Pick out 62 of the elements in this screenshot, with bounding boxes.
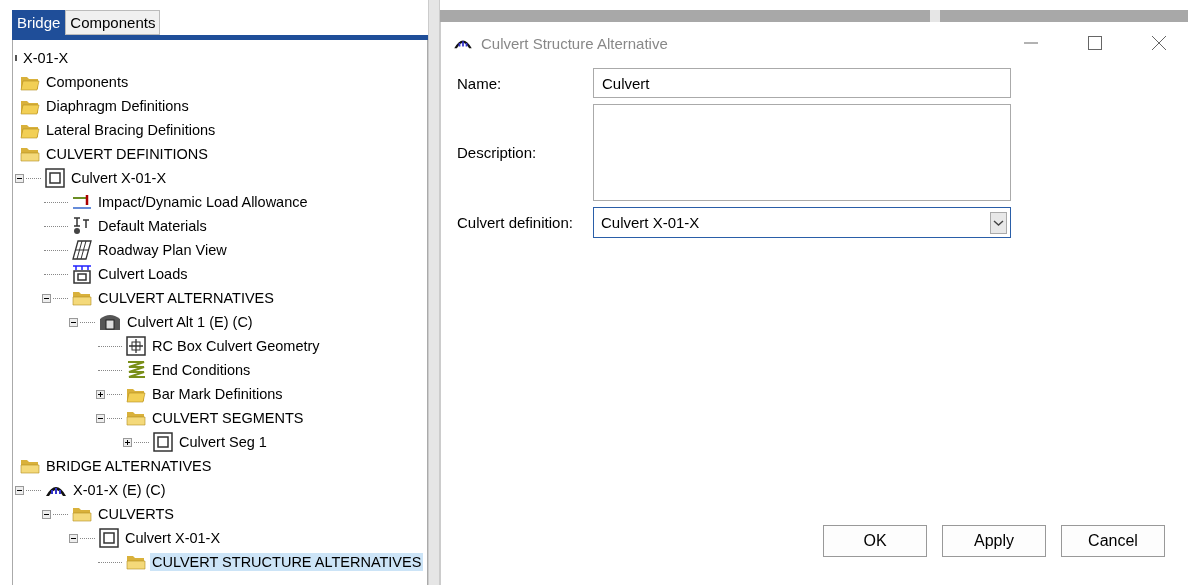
tree-item[interactable]: CULVERT ALTERNATIVES — [96, 289, 276, 307]
tree-item[interactable]: BRIDGE ALTERNATIVES — [44, 457, 214, 475]
tree-item[interactable]: Culvert Alt 1 (E) (C) — [125, 313, 255, 331]
expander-toggle[interactable] — [69, 533, 78, 543]
expander-toggle[interactable] — [123, 437, 132, 447]
tree-item[interactable]: Roadway Plan View — [96, 241, 229, 259]
tree-item[interactable]: CULVERT SEGMENTS — [150, 409, 306, 427]
description-label: Description: — [457, 144, 538, 161]
tree-item[interactable]: CULVERT STRUCTURE ALTERNATIVES — [150, 553, 424, 571]
folder-icon — [72, 505, 92, 523]
square-icon — [45, 168, 65, 188]
folder-icon — [126, 409, 146, 427]
tree-item[interactable]: RC Box Culvert Geometry — [150, 337, 322, 355]
dialog-button[interactable]: OK — [823, 525, 927, 557]
expander-toggle[interactable] — [15, 173, 24, 183]
geometry-icon — [126, 336, 146, 356]
tree-item[interactable]: X-01-X (E) (C) — [71, 481, 168, 499]
dialog-button[interactable]: Cancel — [1061, 525, 1165, 557]
folder-icon — [126, 553, 146, 571]
tab[interactable]: Components — [65, 10, 161, 35]
tree-item[interactable]: Components — [44, 73, 131, 91]
plan-icon — [72, 240, 92, 260]
materials-icon — [72, 216, 92, 236]
name-label: Name: — [457, 74, 503, 92]
expander-toggle[interactable] — [69, 317, 78, 327]
tree-item[interactable]: Culvert X-01-X — [123, 529, 223, 547]
folder-icon — [20, 145, 40, 163]
tree-item[interactable]: Culvert Seg 1 — [177, 433, 269, 451]
expander-toggle[interactable] — [42, 293, 51, 303]
loads-icon — [72, 264, 92, 284]
expander-toggle[interactable] — [96, 413, 105, 423]
window-title: Culvert Structure Alternative — [481, 34, 668, 52]
tree-item[interactable]: CULVERT DEFINITIONS — [44, 145, 210, 163]
tree-item[interactable]: Bar Mark Definitions — [150, 385, 285, 403]
close-icon[interactable] — [1152, 36, 1166, 50]
name-field[interactable]: Culvert — [593, 68, 1011, 98]
maximize-icon[interactable] — [1088, 36, 1102, 50]
description-field[interactable] — [593, 104, 1011, 201]
square-icon — [99, 528, 119, 548]
tree-item[interactable]: Culvert X-01-X — [69, 169, 169, 187]
tree-item[interactable]: Impact/Dynamic Load Allowance — [96, 193, 310, 211]
square-icon — [153, 432, 173, 452]
tree-item[interactable]: Lateral Bracing Definitions — [44, 121, 218, 139]
expander-toggle[interactable] — [15, 485, 24, 495]
spring-icon — [126, 360, 146, 380]
caret-icon — [990, 211, 1007, 234]
expander-toggle[interactable] — [96, 389, 105, 399]
tab[interactable]: Bridge — [12, 10, 66, 35]
tree-item[interactable]: CULVERTS — [96, 505, 176, 523]
culvert-icon — [99, 313, 121, 331]
tree-item[interactable]: End Conditions — [150, 361, 253, 379]
folder-icon — [72, 289, 92, 307]
tree-item[interactable]: Default Materials — [96, 217, 209, 235]
dialog-button[interactable]: Apply — [942, 525, 1046, 557]
tree-item[interactable]: X-01-X — [21, 49, 71, 67]
tree-item[interactable]: Culvert Loads — [96, 265, 190, 283]
folder-icon — [20, 457, 40, 475]
load-icon — [72, 192, 92, 212]
culvert-definition-label: Culvert definition: — [457, 214, 574, 231]
culvert-definition-dropdown[interactable]: Culvert X-01-X — [593, 207, 1011, 238]
tree-item[interactable]: Diaphragm Definitions — [44, 97, 191, 115]
expander-toggle[interactable] — [42, 509, 51, 519]
